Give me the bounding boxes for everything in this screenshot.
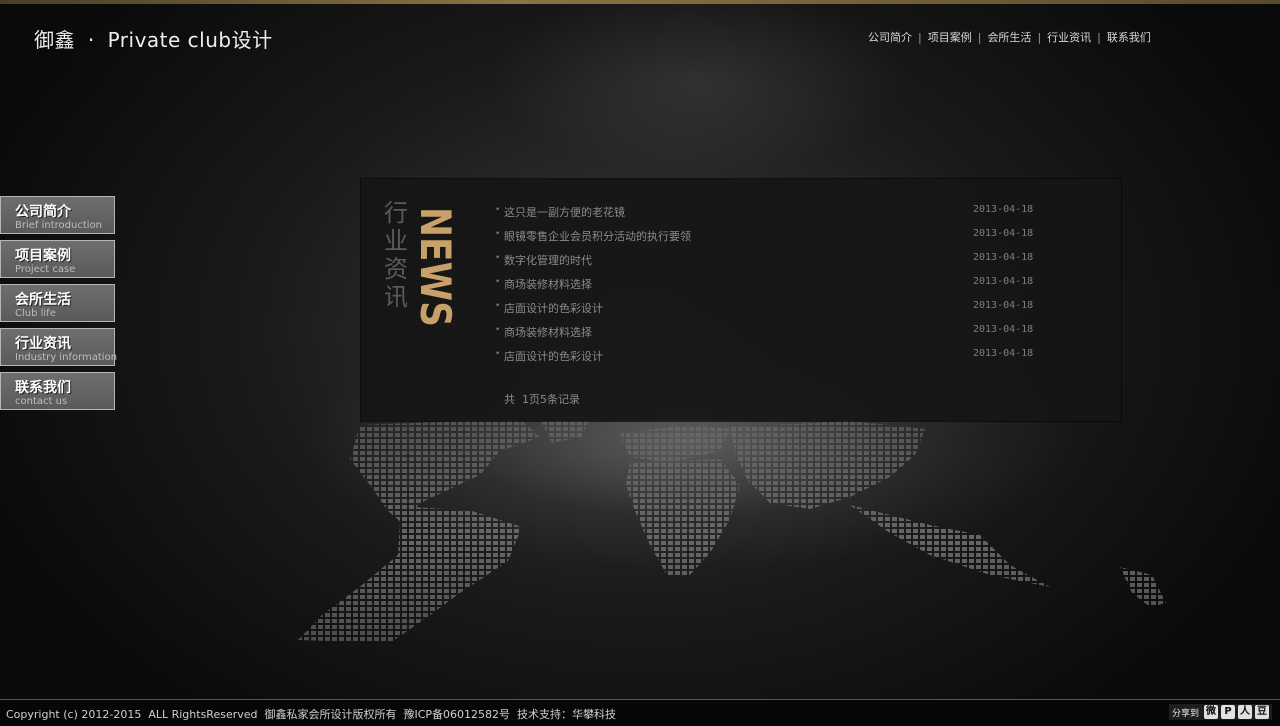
side-nav-club-life[interactable]: 会所生活 Club life bbox=[0, 284, 115, 322]
logo-dot: · bbox=[87, 28, 95, 52]
news-bullet: • bbox=[495, 205, 501, 215]
news-bullet: • bbox=[495, 229, 501, 239]
site-logo[interactable]: 御鑫 · Private club设计 bbox=[34, 24, 273, 53]
news-item-date: 2013-04-18 bbox=[973, 204, 1034, 215]
news-item-date: 2013-04-18 bbox=[973, 348, 1034, 359]
news-bullet: • bbox=[495, 301, 501, 311]
news-bullet: • bbox=[495, 277, 501, 287]
news-item: • 店面设计的色彩设计 2013-04-18 bbox=[495, 347, 1055, 371]
side-nav-label-cn: 会所生活 bbox=[15, 292, 71, 308]
side-nav-label-cn: 项目案例 bbox=[15, 248, 71, 264]
share-label: 分享到 bbox=[1171, 708, 1199, 719]
nav-separator: | bbox=[1097, 30, 1101, 44]
news-item-title[interactable]: 数字化管理的时代 bbox=[504, 252, 592, 268]
panel-title-char: 业 bbox=[384, 227, 408, 255]
side-nav-label-en: Project case bbox=[15, 264, 76, 275]
news-item-title[interactable]: 眼镜零售企业会员积分活动的执行要领 bbox=[504, 228, 691, 244]
side-nav-label-en: Industry information bbox=[15, 352, 118, 363]
news-item: • 商场装修材料选择 2013-04-18 bbox=[495, 323, 1055, 347]
side-nav-label-en: Club life bbox=[15, 308, 56, 319]
panel-title-char: 行 bbox=[384, 199, 408, 227]
top-nav-industry-news[interactable]: 行业资讯 bbox=[1047, 29, 1091, 45]
qzone-icon[interactable]: P bbox=[1221, 705, 1235, 719]
side-nav-label-en: Brief introduction bbox=[15, 220, 102, 231]
renren-icon[interactable]: 人 bbox=[1238, 705, 1252, 719]
news-item-date: 2013-04-18 bbox=[973, 300, 1034, 311]
news-item-date: 2013-04-18 bbox=[973, 252, 1034, 263]
side-nav-label-en: contact us bbox=[15, 396, 68, 407]
panel-title-char: 讯 bbox=[384, 283, 408, 311]
top-nav-club-life[interactable]: 会所生活 bbox=[987, 29, 1031, 45]
news-item: • 眼镜零售企业会员积分活动的执行要领 2013-04-18 bbox=[495, 227, 1055, 251]
side-nav-projects[interactable]: 项目案例 Project case bbox=[0, 240, 115, 278]
news-item-title[interactable]: 店面设计的色彩设计 bbox=[504, 300, 603, 316]
news-item-title[interactable]: 商场装修材料选择 bbox=[504, 324, 592, 340]
douban-icon[interactable]: 豆 bbox=[1255, 705, 1269, 719]
world-map-graphic bbox=[298, 417, 1166, 643]
side-nav-label-cn: 行业资讯 bbox=[15, 336, 71, 352]
top-nav-contact[interactable]: 联系我们 bbox=[1107, 29, 1151, 45]
nav-separator: | bbox=[1037, 30, 1042, 44]
panel-title-cn: 行 业 资 讯 bbox=[381, 199, 411, 311]
news-item-date: 2013-04-18 bbox=[973, 276, 1034, 287]
weibo-icon[interactable]: 微 bbox=[1204, 705, 1218, 719]
logo-tail: Private club设计 bbox=[107, 28, 273, 52]
panel-title-char: 资 bbox=[384, 255, 408, 283]
logo-brand: 御鑫 bbox=[34, 28, 75, 52]
copyright-text: Copyright (c) 2012-2015 ALL RightsReserv… bbox=[6, 708, 617, 721]
news-item: • 店面设计的色彩设计 2013-04-18 bbox=[495, 299, 1055, 323]
news-item-date: 2013-04-18 bbox=[973, 324, 1034, 335]
side-navigation: 公司简介 Brief introduction 项目案例 Project cas… bbox=[0, 196, 118, 416]
top-navigation: 公司简介 | 项目案例 | 会所生活 | 行业资讯 | 联系我们 bbox=[868, 29, 1151, 45]
side-nav-label-cn: 联系我们 bbox=[15, 380, 71, 396]
news-bullet: • bbox=[495, 325, 501, 335]
pagination-info: 共 1页5条记录 bbox=[504, 393, 580, 406]
side-nav-company[interactable]: 公司简介 Brief introduction bbox=[0, 196, 115, 234]
top-accent-rule bbox=[0, 0, 1280, 4]
news-item-date: 2013-04-18 bbox=[973, 228, 1034, 239]
nav-separator: | bbox=[918, 30, 922, 44]
footer: Copyright (c) 2012-2015 ALL RightsReserv… bbox=[0, 699, 1280, 726]
news-item: • 商场装修材料选择 2013-04-18 bbox=[495, 275, 1055, 299]
news-panel: 行 业 资 讯 NEWS • 这只是一副方便的老花镜 2013-04-18 • … bbox=[361, 179, 1121, 421]
top-nav-company[interactable]: 公司简介 bbox=[868, 29, 912, 45]
panel-title-news: NEWS bbox=[411, 207, 463, 327]
nav-separator: | bbox=[977, 30, 982, 44]
news-item-title[interactable]: 店面设计的色彩设计 bbox=[504, 348, 603, 364]
page-background: 御鑫 · Private club设计 公司简介 | 项目案例 | 会所生活 |… bbox=[0, 0, 1280, 726]
news-item-title[interactable]: 这只是一副方便的老花镜 bbox=[504, 204, 625, 220]
side-nav-industry-news[interactable]: 行业资讯 Industry information bbox=[0, 328, 118, 366]
news-item: • 这只是一副方便的老花镜 2013-04-18 bbox=[495, 203, 1055, 227]
side-nav-contact[interactable]: 联系我们 contact us bbox=[0, 372, 115, 410]
news-bullet: • bbox=[495, 253, 501, 263]
side-nav-label-cn: 公司简介 bbox=[15, 204, 71, 220]
news-word: NEWS bbox=[411, 207, 460, 327]
news-list: • 这只是一副方便的老花镜 2013-04-18 • 眼镜零售企业会员积分活动的… bbox=[495, 203, 1055, 371]
news-item-title[interactable]: 商场装修材料选择 bbox=[504, 276, 592, 292]
top-nav-projects[interactable]: 项目案例 bbox=[928, 29, 972, 45]
news-item: • 数字化管理的时代 2013-04-18 bbox=[495, 251, 1055, 275]
share-bar: 分享到 微 P 人 豆 bbox=[1168, 704, 1272, 720]
news-bullet: • bbox=[495, 349, 501, 359]
